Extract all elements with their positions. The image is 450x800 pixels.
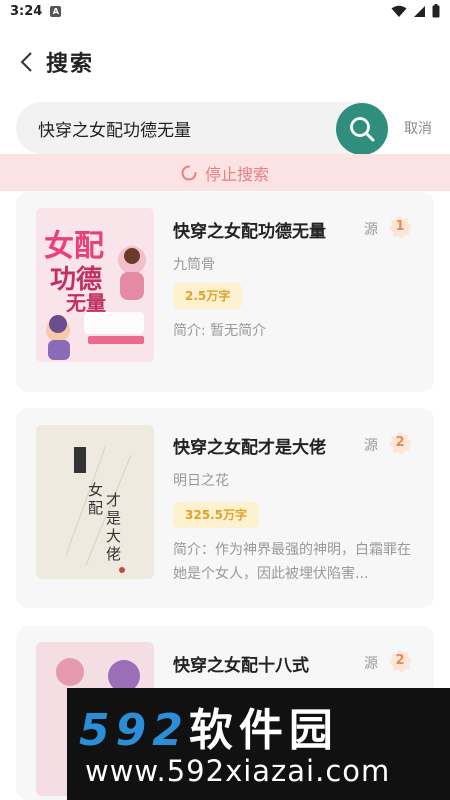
source-label: 源 <box>364 222 378 238</box>
search-row: 快穿之女配功德无量 取消 <box>16 102 436 156</box>
cancel-button[interactable]: 取消 <box>404 118 432 138</box>
status-icons <box>391 4 440 18</box>
notification-badge: A <box>50 5 62 17</box>
result-card[interactable]: 女配 功德 无量 快穿之女配功德无量 源 1 九筒骨 2.5万字 简介: 暂无简… <box>16 192 434 392</box>
search-button[interactable] <box>336 103 388 155</box>
header: 搜索 <box>0 40 450 84</box>
svg-text:才: 才 <box>106 491 121 509</box>
status-bar: 3:24 A <box>0 0 450 22</box>
wifi-icon <box>391 5 407 17</box>
back-button[interactable] <box>14 50 38 74</box>
signal-icon <box>414 5 425 17</box>
search-input[interactable]: 快穿之女配功德无量 <box>16 102 388 154</box>
search-icon <box>350 117 375 142</box>
source-count-badge: 2 <box>387 430 413 456</box>
source-label: 源 <box>364 656 378 672</box>
book-intro: 简介：作为神界最强的神明，白霜罪在她是个女人，因此被埋伏陷害... <box>173 542 411 582</box>
source-count-badge: 1 <box>387 214 413 240</box>
watermark-brand-num: 592 <box>79 705 189 756</box>
svg-text:佬: 佬 <box>106 545 121 563</box>
svg-text:大: 大 <box>106 527 121 545</box>
book-author: 九筒骨 <box>173 257 215 273</box>
status-time: 3:24 <box>10 3 43 19</box>
watermark-url: www.592xiazai.com <box>85 754 391 788</box>
book-title: 快穿之女配十八式 <box>173 656 309 676</box>
book-cover-art: 女 配 才 是 大 佬 <box>36 425 154 579</box>
loading-spinner-icon <box>181 165 197 180</box>
chevron-left-icon <box>20 52 32 72</box>
watermark-brand: 592软件园 <box>79 694 339 758</box>
result-card[interactable]: 女 配 才 是 大 佬 快穿之女配才是大佬 源 2 明日之花 325.5万字 简… <box>16 408 434 608</box>
book-author: 明日之花 <box>173 473 229 489</box>
svg-text:是: 是 <box>106 509 121 527</box>
search-query: 快穿之女配功德无量 <box>38 120 191 141</box>
watermark-logo: 592软件园 www.592xiazai.com <box>67 688 450 800</box>
stop-search-button[interactable]: 停止搜索 <box>0 154 450 191</box>
book-cover: 女 配 才 是 大 佬 <box>36 425 154 579</box>
book-cover: 女配 功德 无量 <box>36 208 154 362</box>
book-intro: 简介: 暂无简介 <box>173 323 267 339</box>
watermark-brand-cn: 软件园 <box>188 705 339 756</box>
source-label: 源 <box>364 438 378 454</box>
source-count: 2 <box>395 653 405 668</box>
book-title: 快穿之女配功德无量 <box>173 222 326 242</box>
word-count-tag: 325.5万字 <box>173 502 259 528</box>
battery-icon <box>432 4 440 18</box>
stop-search-label: 停止搜索 <box>204 164 269 184</box>
word-count-tag: 2.5万字 <box>173 283 243 309</box>
svg-text:无量: 无量 <box>66 291 106 315</box>
svg-text:配: 配 <box>88 499 103 517</box>
book-title: 快穿之女配才是大佬 <box>173 438 326 458</box>
page-title: 搜索 <box>46 52 95 77</box>
svg-text:女配: 女配 <box>44 229 104 264</box>
svg-text:女: 女 <box>88 481 103 499</box>
book-cover-art: 女配 功德 无量 <box>36 208 154 362</box>
source-count-badge: 2 <box>387 648 413 674</box>
source-count: 2 <box>395 435 405 450</box>
source-count: 1 <box>395 219 405 234</box>
